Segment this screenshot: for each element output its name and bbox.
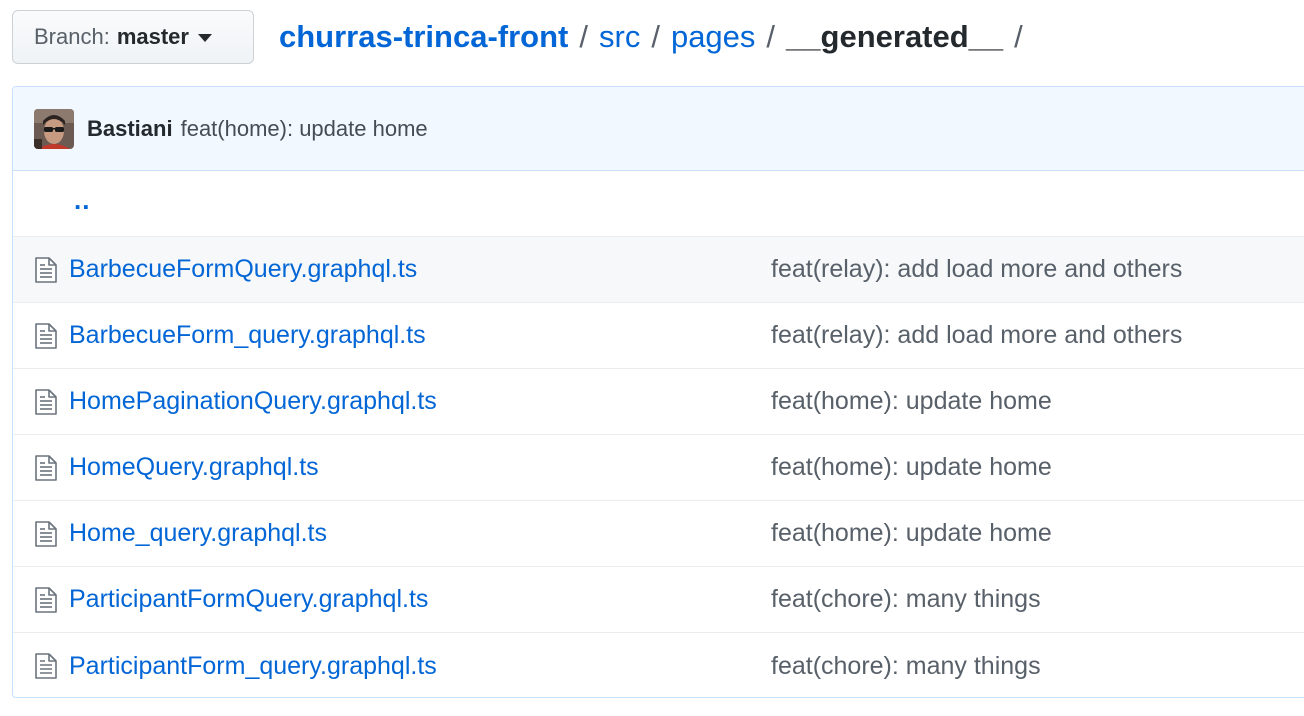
file-commit-message-link[interactable]: feat(relay): add load more and others (771, 255, 1182, 284)
file-row[interactable]: ParticipantForm_query.graphql.ts feat(ch… (13, 633, 1304, 697)
user-avatar[interactable] (34, 108, 74, 149)
file-commit-message-link[interactable]: feat(relay): add load more and others (771, 321, 1182, 350)
file-name-link[interactable]: HomePaginationQuery.graphql.ts (69, 387, 437, 416)
file-name-link[interactable]: BarbecueFormQuery.graphql.ts (69, 255, 417, 284)
breadcrumb: churras-trinca-front / src / pages / __g… (279, 15, 1034, 59)
commit-author-link[interactable]: Bastiani (87, 116, 173, 142)
commit-message-link[interactable]: feat(home): update home (181, 116, 428, 142)
parent-directory-link[interactable]: .. (74, 185, 90, 216)
branch-label: Branch: (34, 24, 110, 49)
breadcrumb-src-link[interactable]: src (599, 15, 640, 59)
file-row[interactable]: HomeQuery.graphql.ts feat(home): update … (13, 435, 1304, 501)
caret-down-icon (197, 34, 212, 42)
file-row[interactable]: BarbecueForm_query.graphql.ts feat(relay… (13, 303, 1304, 369)
file-row[interactable]: ParticipantFormQuery.graphql.ts feat(cho… (13, 567, 1304, 633)
file-browser: Bastiani feat(home): update home .. Barb… (12, 86, 1304, 698)
file-row[interactable]: BarbecueFormQuery.graphql.ts feat(relay)… (13, 237, 1304, 303)
file-text-icon (34, 455, 58, 481)
file-text-icon (34, 521, 58, 547)
file-commit-message-link[interactable]: feat(home): update home (771, 387, 1052, 416)
file-row[interactable]: HomePaginationQuery.graphql.ts feat(home… (13, 369, 1304, 435)
breadcrumb-pages-link[interactable]: pages (671, 15, 755, 59)
parent-directory-row[interactable]: .. (13, 171, 1304, 237)
branch-name: master (116, 24, 189, 49)
file-name-link[interactable]: BarbecueForm_query.graphql.ts (69, 321, 426, 350)
latest-commit-bar: Bastiani feat(home): update home (13, 87, 1304, 171)
file-text-icon (34, 587, 58, 613)
file-commit-message-link[interactable]: feat(home): update home (771, 453, 1052, 482)
breadcrumb-separator: / (1014, 19, 1023, 54)
repo-header: Branch: master churras-trinca-front / sr… (0, 0, 1304, 76)
file-text-icon (34, 389, 58, 415)
file-name-link[interactable]: Home_query.graphql.ts (69, 519, 327, 548)
breadcrumb-separator: / (766, 19, 776, 54)
file-text-icon (34, 323, 58, 349)
file-commit-message-link[interactable]: feat(chore): many things (771, 585, 1041, 614)
breadcrumb-current-folder: __generated__ (786, 19, 1004, 54)
file-commit-message-link[interactable]: feat(home): update home (771, 519, 1052, 548)
breadcrumb-repo-link[interactable]: churras-trinca-front (279, 15, 568, 59)
branch-select-button[interactable]: Branch: master (12, 10, 254, 64)
file-row[interactable]: Home_query.graphql.ts feat(home): update… (13, 501, 1304, 567)
breadcrumb-separator: / (651, 19, 660, 54)
file-text-icon (34, 257, 58, 283)
file-name-link[interactable]: ParticipantFormQuery.graphql.ts (69, 585, 428, 614)
file-name-link[interactable]: ParticipantForm_query.graphql.ts (69, 652, 437, 681)
breadcrumb-separator: / (579, 19, 588, 54)
file-commit-message-link[interactable]: feat(chore): many things (771, 652, 1041, 681)
file-name-link[interactable]: HomeQuery.graphql.ts (69, 453, 319, 482)
file-text-icon (34, 653, 58, 679)
file-list: BarbecueFormQuery.graphql.ts feat(relay)… (13, 237, 1304, 697)
